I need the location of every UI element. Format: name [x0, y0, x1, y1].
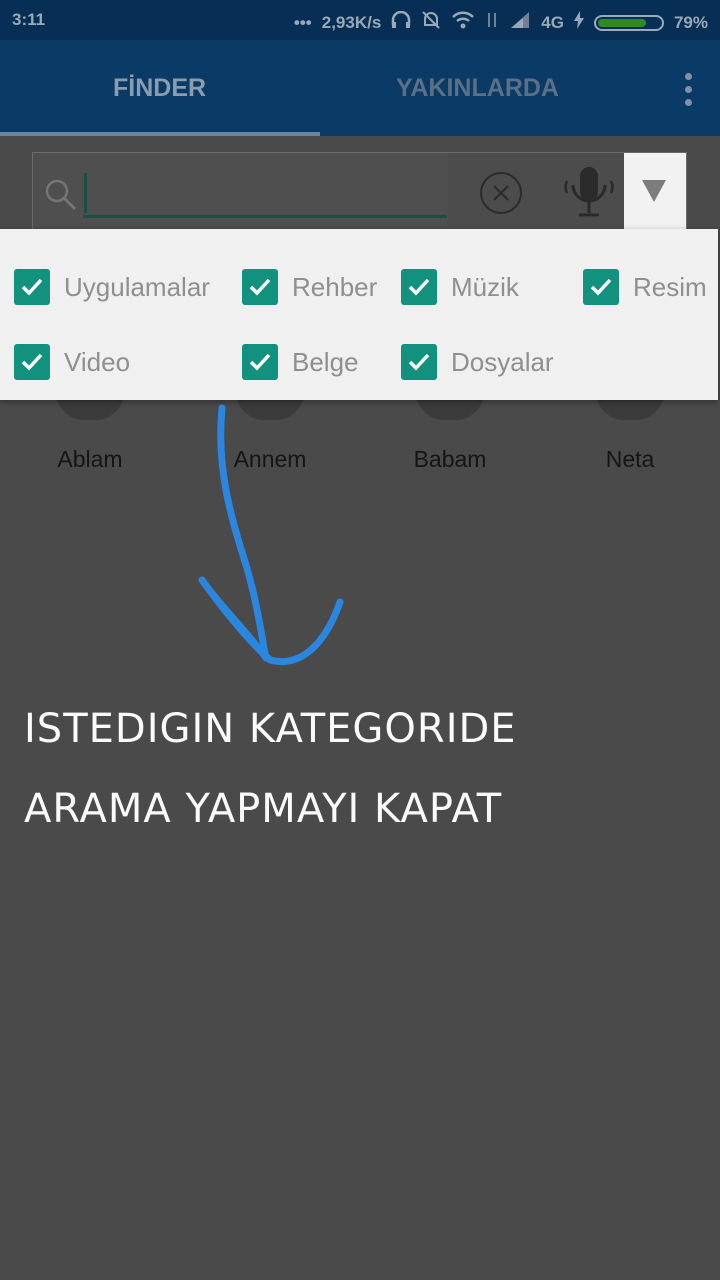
data-arrows-icon: [485, 11, 499, 34]
contact-item[interactable]: Babam: [360, 392, 540, 473]
app-bar: FİNDER YAKINLARDA: [0, 40, 720, 136]
category-checkbox-files[interactable]: Dosyalar: [401, 344, 554, 380]
more-dots-icon: •••: [293, 12, 312, 32]
contact-name: Annem: [233, 446, 307, 472]
contact-name: Babam: [413, 446, 487, 472]
contact-name: Neta: [605, 446, 655, 472]
category-dropdown-button[interactable]: [624, 153, 686, 231]
status-bar: 3:11 ••• 2,93K/s 4G 79%: [0, 0, 720, 40]
signal-icon: [509, 11, 531, 34]
checkbox-checked-icon[interactable]: [401, 344, 437, 380]
category-label: Belge: [292, 346, 359, 377]
charging-icon: [573, 11, 584, 34]
headphones-icon: [391, 10, 411, 34]
network-speed: 2,93K/s: [321, 12, 382, 32]
mute-bell-icon: [421, 10, 441, 35]
contact-item[interactable]: Annem: [180, 392, 360, 473]
tab-indicator: [0, 132, 320, 136]
category-label: Video: [64, 346, 131, 377]
category-filter-popup: Uygulamalar Rehber Müzik Resim Video Bel…: [0, 229, 718, 400]
contact-item[interactable]: Ablam: [0, 392, 180, 473]
status-time: 3:11: [12, 10, 46, 29]
contact-name: Ablam: [57, 446, 123, 472]
checkbox-checked-icon[interactable]: [242, 344, 278, 380]
checkbox-checked-icon[interactable]: [583, 269, 619, 305]
category-checkbox-video[interactable]: Video: [14, 344, 130, 380]
contact-item[interactable]: Neta: [540, 392, 720, 473]
search-input[interactable]: [83, 173, 447, 218]
battery-level-fill: [597, 18, 647, 27]
category-label: Dosyalar: [451, 346, 554, 377]
battery-icon: [593, 14, 664, 31]
checkbox-checked-icon[interactable]: [14, 344, 50, 380]
search-bar: [32, 152, 687, 232]
status-icons: ••• 2,93K/s 4G 79%: [294, 10, 708, 35]
category-label: Müzik: [451, 271, 519, 302]
annotation-text-line-1: ISTEDIGIN KATEGORIDE: [24, 706, 517, 752]
text-cursor: [84, 173, 87, 213]
tab-nearby[interactable]: YAKINLARDA: [396, 74, 559, 103]
category-label: Uygulamalar: [64, 271, 210, 302]
search-field: [33, 153, 448, 231]
search-icon: [43, 177, 79, 218]
checkbox-checked-icon[interactable]: [14, 269, 50, 305]
battery-percent: 79%: [673, 12, 708, 32]
wifi-icon: [451, 11, 475, 34]
category-label: Resim: [633, 271, 707, 302]
clear-icon[interactable]: [479, 171, 523, 220]
checkbox-checked-icon[interactable]: [242, 269, 278, 305]
network-type: 4G: [541, 12, 564, 32]
overflow-menu-icon[interactable]: [685, 73, 692, 106]
category-checkbox-images[interactable]: Resim: [583, 269, 707, 305]
category-checkbox-documents[interactable]: Belge: [242, 344, 359, 380]
microphone-icon[interactable]: [561, 165, 617, 228]
checkbox-checked-icon[interactable]: [401, 269, 437, 305]
annotation-text-line-2: ARAMA YAPMAYI KAPAT: [24, 786, 503, 832]
category-checkbox-apps[interactable]: Uygulamalar: [14, 269, 210, 305]
category-checkbox-music[interactable]: Müzik: [401, 269, 519, 305]
tab-finder[interactable]: FİNDER: [113, 74, 206, 103]
category-label: Rehber: [292, 271, 378, 302]
category-checkbox-contacts[interactable]: Rehber: [242, 269, 377, 305]
